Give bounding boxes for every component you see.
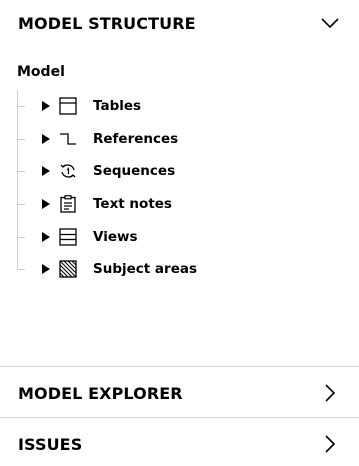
reference-icon [58,129,78,149]
chevron-right-icon[interactable] [319,382,341,404]
model-explorer-header[interactable]: MODEL EXPLORER [0,368,359,418]
side-panel: MODEL STRUCTURE Model Tables References … [0,0,359,466]
expand-arrow-icon[interactable] [41,133,51,144]
tree-branch-line [17,204,25,206]
tree-item-views[interactable]: Views [17,220,347,253]
tree-item-text-notes[interactable]: Text notes [17,188,347,221]
expand-arrow-icon[interactable] [41,231,51,242]
chevron-right-icon[interactable] [319,433,341,455]
tree-branch-line [17,236,25,238]
section-divider [0,417,359,418]
expand-arrow-icon[interactable] [41,199,51,210]
issues-header[interactable]: ISSUES [0,419,359,466]
expand-arrow-icon[interactable] [41,166,51,177]
tree-item-label: Subject areas [93,261,198,278]
tree-item-sequences[interactable]: Sequences [17,155,347,188]
tree-item-references[interactable]: References [17,123,347,156]
tree-branch-line [17,138,25,140]
chevron-down-icon[interactable] [319,12,341,34]
tree-item-label: Text notes [93,196,172,213]
table-icon [58,96,78,116]
model-structure-header[interactable]: MODEL STRUCTURE [0,0,359,46]
model-explorer-title: MODEL EXPLORER [18,383,183,403]
model-structure-title: MODEL STRUCTURE [18,13,196,33]
tree-item-label: References [93,130,179,147]
view-icon [58,227,78,247]
text-note-icon [58,194,78,214]
tree-branch-line [17,171,25,173]
section-divider [0,366,359,367]
subject-area-icon [58,259,78,279]
sequence-icon [58,161,78,181]
model-root-label[interactable]: Model [17,64,65,80]
tree-item-label: Views [93,228,138,245]
tree-item-tables[interactable]: Tables [17,90,347,123]
tree-branch-line [17,269,25,271]
expand-arrow-icon[interactable] [41,101,51,112]
tree-item-subject-areas[interactable]: Subject areas [17,253,347,286]
tree-branch-line [17,106,25,108]
tree-item-label: Sequences [93,163,176,180]
expand-arrow-icon[interactable] [41,264,51,275]
model-tree: Tables References Sequences Text notes V… [17,90,347,286]
tree-item-label: Tables [93,98,142,115]
issues-title: ISSUES [18,434,83,454]
